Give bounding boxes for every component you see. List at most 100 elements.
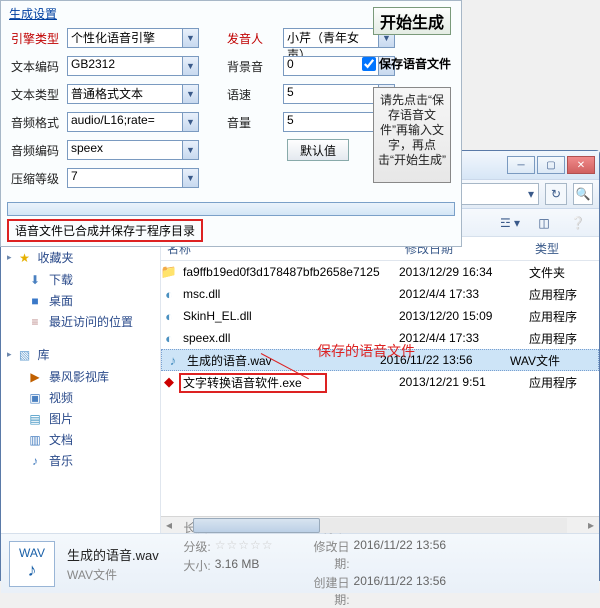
sidebar-item[interactable]: ▶ 暴风影视库 — [7, 366, 154, 387]
file-type: 应用程序 — [529, 308, 599, 325]
close-button[interactable]: ✕ — [567, 156, 595, 174]
sidebar-item-icon: ⬇ — [27, 273, 43, 287]
chevron-down-icon: ▼ — [182, 169, 198, 187]
file-icon: ◐ — [161, 308, 177, 324]
setting-row: 音频格式 audio/L16;rate=▼ — [11, 111, 199, 133]
setting-select[interactable]: GB2312▼ — [67, 56, 199, 76]
file-type: WAV文件 — [510, 352, 580, 369]
sidebar-item-label: 文档 — [49, 431, 73, 448]
sidebar-item-label: 视频 — [49, 389, 73, 406]
setting-row: 压缩等级 7▼ — [11, 167, 199, 189]
details-row: 分级:☆☆☆☆☆ — [171, 538, 274, 555]
file-row[interactable]: ◐SkinH_EL.dll 2013/12/20 15:09 应用程序 — [161, 305, 599, 327]
save-checkbox-input[interactable] — [362, 57, 376, 71]
file-date: 2016/11/22 13:56 — [380, 353, 510, 367]
file-date: 2012/4/4 17:33 — [399, 287, 529, 301]
maximize-button[interactable]: ▢ — [537, 156, 565, 174]
file-icon: ♪ — [165, 352, 181, 368]
setting-row: 文本编码 GB2312▼ — [11, 55, 199, 77]
sidebar-item-label: 暴风影视库 — [49, 368, 109, 385]
setting-row: 发音人 小芹（青年女声）▼ — [227, 27, 395, 49]
sidebar-item-label: 图片 — [49, 410, 73, 427]
details-kind: WAV文件 — [67, 566, 159, 583]
file-type: 应用程序 — [529, 374, 599, 391]
sidebar-item[interactable]: ▤ 图片 — [7, 408, 154, 429]
wav-badge: WAV — [19, 546, 45, 560]
gen-panel: 生成设置 引擎类型 个性化语音引擎▼ 文本编码 GB2312▼ 文本类型 普通格… — [0, 0, 462, 247]
details-row: 修改日期:2016/11/22 13:56 — [310, 538, 447, 572]
setting-label: 文本类型 — [11, 86, 63, 103]
details-value: 2016/11/22 13:56 — [354, 538, 447, 572]
details-key: 修改日期: — [310, 538, 350, 572]
sidebar-item[interactable]: ≡ 最近访问的位置 — [7, 311, 154, 332]
file-row[interactable]: 📁fa9ffb19ed0f3d178487bfb2658e7125 2013/1… — [161, 261, 599, 283]
sidebar: ▸ ★ 收藏夹 ⬇下载■桌面 ≡ 最近访问的位置 ▸ ▧ 库 ▶ 暴风影视库 ▣视频 ▤ 图… — [1, 237, 161, 533]
library-icon: ▧ — [17, 348, 33, 362]
file-icon: 📁 — [161, 264, 177, 280]
details-value: 3.16 MB — [215, 557, 260, 574]
help-button[interactable]: ❔ — [565, 213, 591, 233]
file-name: fa9ffb19ed0f3d178487bfb2658e7125 — [183, 265, 380, 279]
start-generate-button[interactable]: 开始生成 — [373, 7, 451, 35]
file-row[interactable]: ♪ 生成的语音.wav 2016/11/22 13:56 WAV文件 — [161, 349, 599, 371]
setting-select[interactable]: speex▼ — [67, 140, 199, 160]
sidebar-item-icon: ▤ — [27, 412, 43, 426]
default-button[interactable]: 默认值 — [287, 139, 349, 161]
file-icon: ◆ — [161, 374, 177, 390]
file-name: 生成的语音.wav — [187, 352, 272, 369]
setting-row: 音频编码 speex▼ — [11, 139, 199, 161]
scroll-thumb[interactable] — [193, 518, 320, 533]
file-name: speex.dll — [183, 331, 230, 345]
sidebar-item[interactable]: ▥文档 — [7, 429, 154, 450]
details-row: 创建日期:2016/11/22 13:56 — [310, 574, 447, 608]
setting-select[interactable]: audio/L16;rate=▼ — [67, 112, 199, 132]
minimize-button[interactable]: ─ — [507, 156, 535, 174]
search-box[interactable]: 🔍 — [573, 183, 593, 205]
file-name: 文字转换语音软件.exe — [183, 374, 302, 391]
default-row: 默认值 — [227, 139, 395, 161]
file-name: msc.dll — [183, 287, 220, 301]
file-row[interactable]: ◐speex.dll 2012/4/4 17:33 应用程序 — [161, 327, 599, 349]
preview-pane-button[interactable]: ◫ — [531, 213, 557, 233]
setting-label: 压缩等级 — [11, 170, 63, 187]
details-pane: WAV ♪ 生成的语音.wav WAV文件 长度:00:01:43分级:☆☆☆☆… — [1, 533, 599, 593]
details-key: 创建日期: — [310, 574, 350, 608]
setting-select[interactable]: 7▼ — [67, 168, 199, 188]
file-icon: ◐ — [161, 330, 177, 346]
setting-row: 文本类型 普通格式文本▼ — [11, 83, 199, 105]
refresh-button[interactable]: ↻ — [545, 183, 567, 205]
sidebar-item[interactable]: ▣视频 — [7, 387, 154, 408]
sidebar-item-label: 最近访问的位置 — [49, 313, 133, 330]
explorer-body: ▸ ★ 收藏夹 ⬇下载■桌面 ≡ 最近访问的位置 ▸ ▧ 库 ▶ 暴风影视库 ▣视频 ▤ 图… — [1, 237, 599, 533]
file-type: 文件夹 — [529, 264, 599, 281]
sidebar-item-icon: ■ — [27, 294, 43, 308]
sidebar-item-icon: ▶ — [27, 370, 43, 384]
sidebar-item-icon: ♪ — [27, 454, 43, 468]
setting-select[interactable]: 个性化语音引擎▼ — [67, 28, 199, 48]
save-checkbox-label: 保存语音文件 — [379, 55, 451, 72]
sidebar-lib-head[interactable]: ▸ ▧ 库 — [7, 346, 154, 363]
sidebar-item-icon: ≡ — [27, 315, 43, 329]
chevron-down-icon: ▼ — [182, 85, 198, 103]
file-row[interactable]: ◆文字转换语音软件.exe 2013/12/21 9:51 应用程序 — [161, 371, 599, 393]
status-text: 语音文件已合成并保存于程序目录 — [7, 219, 203, 242]
view-layout-button[interactable]: ☲ ▾ — [497, 213, 523, 233]
save-voice-checkbox[interactable]: 保存语音文件 — [362, 55, 451, 72]
details-value: 2016/11/22 13:56 — [354, 574, 447, 608]
chevron-down-icon: ▼ — [182, 113, 198, 131]
horizontal-scrollbar[interactable]: ◂ ▸ — [161, 516, 599, 533]
chevron-down-icon: ▸ — [7, 252, 12, 263]
sidebar-favorites-head[interactable]: ▸ ★ 收藏夹 — [7, 249, 154, 266]
file-type: 应用程序 — [529, 330, 599, 347]
sidebar-item[interactable]: ■桌面 — [7, 290, 154, 311]
details-filename: 生成的语音.wav — [67, 545, 159, 564]
sidebar-item[interactable]: ♪音乐 — [7, 450, 154, 471]
details-value: ☆☆☆☆☆ — [215, 538, 274, 555]
setting-row: 音量 5▼ — [227, 111, 395, 133]
setting-label: 音频编码 — [11, 142, 63, 159]
col-type[interactable]: 类型 — [529, 240, 599, 257]
search-icon: 🔍 — [576, 187, 591, 201]
file-row[interactable]: ◐msc.dll 2012/4/4 17:33 应用程序 — [161, 283, 599, 305]
setting-select[interactable]: 普通格式文本▼ — [67, 84, 199, 104]
sidebar-item[interactable]: ⬇下载 — [7, 269, 154, 290]
